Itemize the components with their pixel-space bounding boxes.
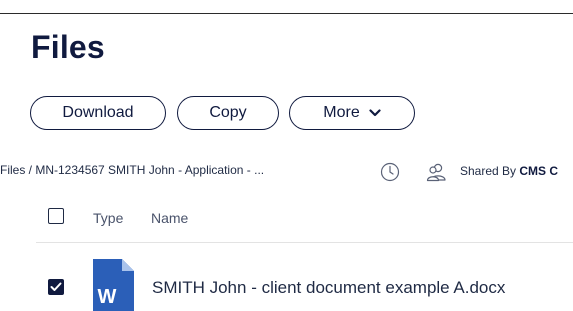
more-button-label: More: [323, 104, 360, 121]
shared-by-label: Shared By: [460, 164, 517, 178]
select-all-checkbox[interactable]: [48, 208, 64, 224]
people-icon[interactable]: [426, 162, 448, 182]
top-divider: [0, 13, 573, 14]
chevron-down-icon: [369, 109, 381, 117]
more-button[interactable]: More: [289, 96, 415, 130]
word-document-icon: W: [93, 259, 134, 311]
shared-by-value: CMS C: [519, 164, 559, 178]
shared-by: Shared By CMS C: [460, 164, 558, 178]
clock-icon[interactable]: [380, 162, 400, 182]
row-checkbox[interactable]: [48, 279, 64, 295]
column-header-type[interactable]: Type: [93, 210, 123, 226]
page-title: Files: [31, 29, 105, 65]
copy-button[interactable]: Copy: [177, 96, 279, 130]
checkmark-icon: [50, 282, 62, 291]
file-name-link[interactable]: SMITH John - client document example A.d…: [152, 278, 505, 298]
header-divider: [36, 242, 573, 243]
download-button-label: Download: [62, 104, 134, 121]
download-button[interactable]: Download: [30, 96, 166, 130]
column-header-name[interactable]: Name: [151, 210, 188, 226]
copy-button-label: Copy: [209, 104, 247, 121]
word-letter: W: [98, 286, 117, 308]
breadcrumb[interactable]: Files / MN-1234567 SMITH John - Applicat…: [0, 163, 264, 177]
